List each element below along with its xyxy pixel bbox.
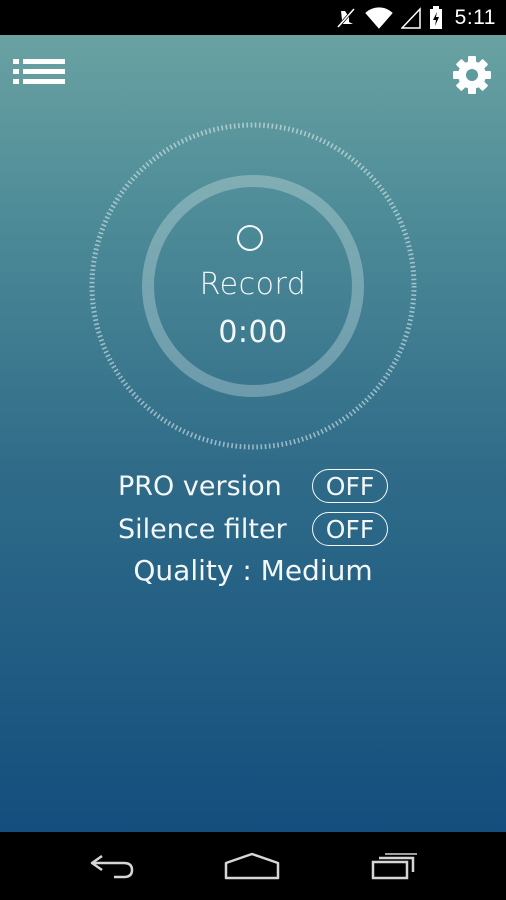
silence-filter-label: Silence filter	[118, 513, 287, 545]
gear-icon	[453, 56, 491, 94]
battery-charging-icon	[429, 5, 442, 29]
back-button[interactable]	[82, 846, 142, 886]
status-time: 5:11	[454, 5, 496, 29]
record-indicator-icon	[237, 225, 263, 251]
pro-version-row: PRO version OFF	[118, 468, 398, 504]
record-label: Record	[199, 267, 307, 302]
pro-version-label: PRO version	[118, 470, 282, 502]
back-icon	[90, 854, 134, 879]
status-bar: 5:11	[0, 0, 506, 35]
app-body: Record 0:00 PRO version OFF Silence filt…	[0, 35, 506, 832]
mute-icon	[336, 7, 355, 28]
signal-icon	[400, 6, 421, 29]
status-icons: 5:11	[335, 0, 496, 35]
wifi-icon	[364, 6, 393, 29]
menu-button[interactable]	[12, 57, 66, 91]
silence-filter-row: Silence filter OFF	[118, 511, 398, 547]
home-icon	[224, 852, 280, 880]
recent-apps-icon	[371, 853, 417, 880]
navigation-bar	[0, 832, 506, 900]
list-menu-icon	[13, 59, 65, 84]
home-button[interactable]	[222, 846, 282, 886]
quality-setting[interactable]: Quality : Medium	[0, 554, 506, 587]
screen: 5:11 Record 0:00 PRO version OFF Silence…	[0, 0, 506, 900]
silence-filter-toggle[interactable]: OFF	[312, 512, 388, 546]
pro-version-toggle[interactable]: OFF	[312, 469, 388, 503]
settings-button[interactable]	[452, 55, 492, 95]
recent-apps-button[interactable]	[364, 846, 424, 886]
record-timer: 0:00	[218, 315, 288, 350]
